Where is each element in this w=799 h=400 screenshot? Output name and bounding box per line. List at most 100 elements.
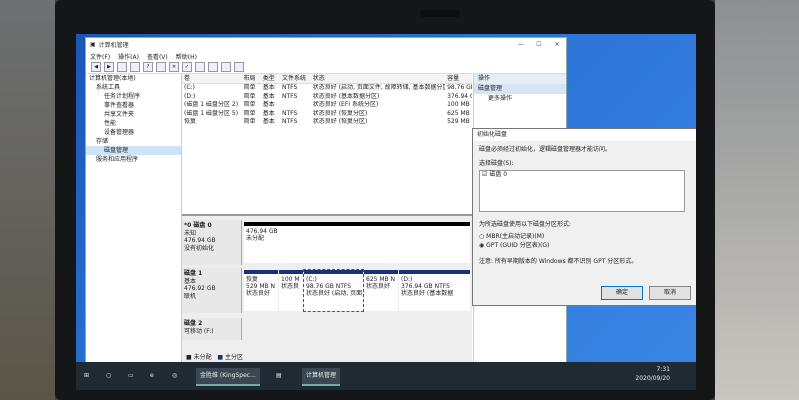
radio-selected-icon[interactable]: ◉ (479, 242, 484, 249)
radio-icon[interactable]: ○ (479, 233, 484, 240)
partition-efi[interactable]: 100 M 状态良 (279, 270, 303, 311)
partition-status: 状态良 (281, 283, 300, 290)
up-icon[interactable] (117, 62, 127, 72)
browser-icon[interactable]: ◎ (172, 368, 177, 384)
partition-recovery[interactable]: 恢复 529 MB N 状态良好 (244, 270, 278, 311)
gpt-option[interactable]: ◉ GPT (GUID 分区表)(G) (479, 242, 696, 250)
column-header[interactable]: 卷 (182, 74, 242, 83)
tree-item-storage[interactable]: 存储 (86, 137, 181, 146)
partition-d[interactable]: (D:) 376.94 GB NTFS 状态良好 (基本数据 (399, 270, 470, 311)
cell: (磁盘 1 磁盘分区 2) (184, 101, 239, 108)
search-icon[interactable]: ○ (106, 368, 111, 384)
disk-1-label[interactable]: 磁盘 1 基本 476.92 GB 联机 (182, 268, 242, 313)
dialog-note: 注意: 所有早期版本的 Windows 都不识别 GPT 分区形式。 (479, 258, 638, 265)
task-view-icon[interactable]: ▭ (128, 368, 134, 384)
column-header[interactable]: 布局 (242, 74, 261, 83)
disk-icon[interactable] (221, 62, 231, 72)
tree-item-performance[interactable]: 性能 (86, 119, 181, 128)
table-row[interactable]: (磁盘 1 磁盘分区 5) 简单 基本 NTFS 状态良好 (恢复分区) 625… (182, 110, 472, 119)
disk-name: *0 磁盘 0 (184, 222, 212, 229)
disk-0-row[interactable]: *0 磁盘 0 未知 476.94 GB 没有初始化 476.94 GB 未分配 (182, 220, 472, 265)
partition-unallocated[interactable]: 476.94 GB 未分配 (244, 222, 470, 263)
back-icon[interactable]: ◀ (91, 62, 101, 72)
mbr-label: MBR(主启动记录)(M) (486, 233, 545, 240)
disk-2-label[interactable]: 磁盘 2 可移动 (F:) (182, 318, 242, 340)
close-x-icon[interactable]: ✕ (169, 62, 179, 72)
checkbox-icon[interactable]: ☑ (482, 171, 487, 178)
cell: NTFS (282, 118, 298, 125)
table-row[interactable]: (磁盘 1 磁盘分区 2) 简单 基本 状态良好 (EFI 系统分区) 100 … (182, 101, 472, 110)
tree-item-root[interactable]: 计算机管理(本地) (86, 74, 181, 83)
column-header[interactable]: 文件系统 (280, 74, 311, 83)
tree-item-device-manager[interactable]: 设备管理器 (86, 128, 181, 137)
column-header[interactable]: 状态 (311, 74, 445, 83)
partition-c[interactable]: (C:) 98.76 GB NTFS 状态良好 (启动, 页面 (303, 269, 364, 312)
disk-2-row[interactable]: 磁盘 2 可移动 (F:) (182, 318, 472, 340)
disk-list[interactable]: ☑ 磁盘 0 (479, 170, 685, 212)
webcam (420, 10, 460, 17)
ok-button[interactable]: 确定 (601, 286, 643, 300)
close-button[interactable]: ✕ (548, 41, 566, 48)
disk-name: 磁盘 2 (184, 320, 203, 327)
actions-disk-management[interactable]: 磁盘管理 (474, 84, 566, 94)
taskbar-app-computer-management[interactable]: 计算机管理 (302, 368, 341, 386)
list-icon[interactable] (234, 62, 244, 72)
cell: 状态良好 (启动, 页面文件, 故障转储, 基本数据分区) (312, 84, 446, 91)
tree-item-disk-management[interactable]: 磁盘管理 (86, 146, 181, 155)
toolbar: ◀ ▶ ? ✕ ✓ (86, 61, 566, 74)
edge-icon[interactable]: e (150, 368, 154, 384)
properties-icon[interactable] (130, 62, 140, 72)
disk-1-row[interactable]: 磁盘 1 基本 476.92 GB 联机 恢复 529 MB N 状态良好 10… (182, 268, 472, 313)
column-header[interactable]: 类型 (261, 74, 280, 83)
cell: 98.76 GE (447, 84, 472, 91)
volume-list: 卷 布局 类型 文件系统 状态 容量 (C:) 简单 基本 NTFS 状态良好 … (182, 74, 472, 216)
tree-item-services[interactable]: 服务和应用程序 (86, 155, 181, 164)
table-row[interactable]: 恢复 简单 基本 NTFS 状态良好 (恢复分区) 529 MB (182, 118, 472, 127)
partition-recovery-2[interactable]: 625 MB N 状态良好 (364, 270, 398, 311)
tree-item-task-scheduler[interactable]: 任务计划程序 (86, 92, 181, 101)
disk-0-label[interactable]: *0 磁盘 0 未知 476.94 GB 没有初始化 (182, 220, 242, 265)
file-explorer-icon[interactable]: ▤ (276, 368, 282, 384)
table-row[interactable]: (D:) 简单 基本 NTFS 状态良好 (基本数据分区) 376.94 G (182, 93, 472, 102)
clock[interactable]: 7:31 2020/09/20 (635, 365, 670, 383)
folder-icon[interactable] (195, 62, 205, 72)
partition-size: 625 MB N (366, 276, 396, 283)
column-header[interactable]: 容量 (445, 74, 472, 83)
maximize-button[interactable]: ☐ (530, 41, 548, 48)
disk-management-pane: 卷 布局 类型 文件系统 状态 容量 (C:) 简单 基本 NTFS 状态良好 … (182, 74, 472, 363)
table-row[interactable]: (C:) 简单 基本 NTFS 状态良好 (启动, 页面文件, 故障转储, 基本… (182, 84, 472, 93)
desk-background-right (715, 0, 799, 400)
taskbar-app-kingspec[interactable]: 金胜维 (KingSpec... (196, 368, 260, 386)
cancel-button[interactable]: 取消 (649, 286, 691, 300)
disk-state: 没有初始化 (184, 244, 215, 252)
partition-name: (C:) (306, 276, 317, 283)
forward-icon[interactable]: ▶ (104, 62, 114, 72)
mbr-option[interactable]: ○ MBR(主启动记录)(M) (479, 233, 696, 241)
partition-status: 状态良好 (基本数据 (401, 290, 454, 297)
partition-size: 100 M (281, 276, 300, 283)
cell: 376.94 G (447, 92, 472, 100)
view-icon[interactable] (156, 62, 166, 72)
help-icon[interactable]: ? (143, 62, 153, 72)
menu-action[interactable]: 操作(A) (118, 52, 139, 61)
dialog-message: 磁盘必须经过初始化，逻辑磁盘管理器才能访问。 (479, 146, 612, 153)
menu-view[interactable]: 查看(V) (147, 52, 168, 61)
partition-size: 376.94 GB NTFS (401, 283, 450, 290)
start-icon[interactable]: ⊞ (84, 368, 89, 384)
cell: NTFS (282, 84, 298, 91)
actions-more[interactable]: 更多操作 (474, 94, 566, 104)
check-icon[interactable]: ✓ (182, 62, 192, 72)
minimize-button[interactable]: — (512, 41, 530, 48)
menu-help[interactable]: 帮助(H) (176, 52, 197, 61)
legend-unallocated: 未分配 (193, 354, 212, 361)
disk-list-item[interactable]: ☑ 磁盘 0 (480, 171, 684, 179)
partition-status: 状态良好 (366, 283, 391, 290)
tree-item-shared-folders[interactable]: 共享文件夹 (86, 110, 181, 119)
tree-item-system-tools[interactable]: 系统工具 (86, 83, 181, 92)
disk-state: 联机 (184, 292, 197, 300)
menu-file[interactable]: 文件(F) (90, 52, 110, 61)
disk-layout: *0 磁盘 0 未知 476.94 GB 没有初始化 476.94 GB 未分配 (182, 216, 472, 363)
tree-item-event-viewer[interactable]: 事件查看器 (86, 101, 181, 110)
search-icon[interactable] (208, 62, 218, 72)
cell: 基本 (262, 118, 275, 125)
